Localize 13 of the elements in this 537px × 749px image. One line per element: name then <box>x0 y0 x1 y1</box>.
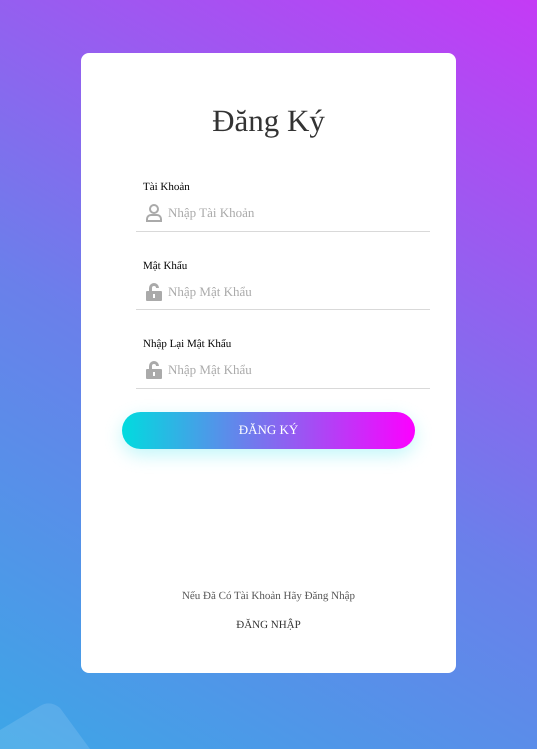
unlocked-padlock-icon <box>146 361 162 379</box>
field-label: Tài Khoản <box>142 180 190 195</box>
signup-button[interactable]: ĐĂNG KÝ <box>122 412 415 448</box>
login-link[interactable]: ĐĂNG NHẬP <box>236 616 301 633</box>
login-prompt: Nếu Đã Có Tài Khoản Hãy Đăng Nhập <box>182 589 355 604</box>
input-field[interactable]: Nhập Mật Khẩu <box>168 282 430 302</box>
input-field[interactable]: Nhập Mật Khẩu <box>168 360 430 380</box>
field-label: Mật Khẩu <box>142 258 188 274</box>
field-label: Nhập Lại Mật Khẩu <box>142 337 232 352</box>
page-title: Đăng Ký <box>211 102 326 140</box>
user-icon <box>146 204 162 222</box>
input-field[interactable]: Nhập Tài Khoản <box>168 203 430 223</box>
unlocked-padlock-icon <box>146 282 162 300</box>
